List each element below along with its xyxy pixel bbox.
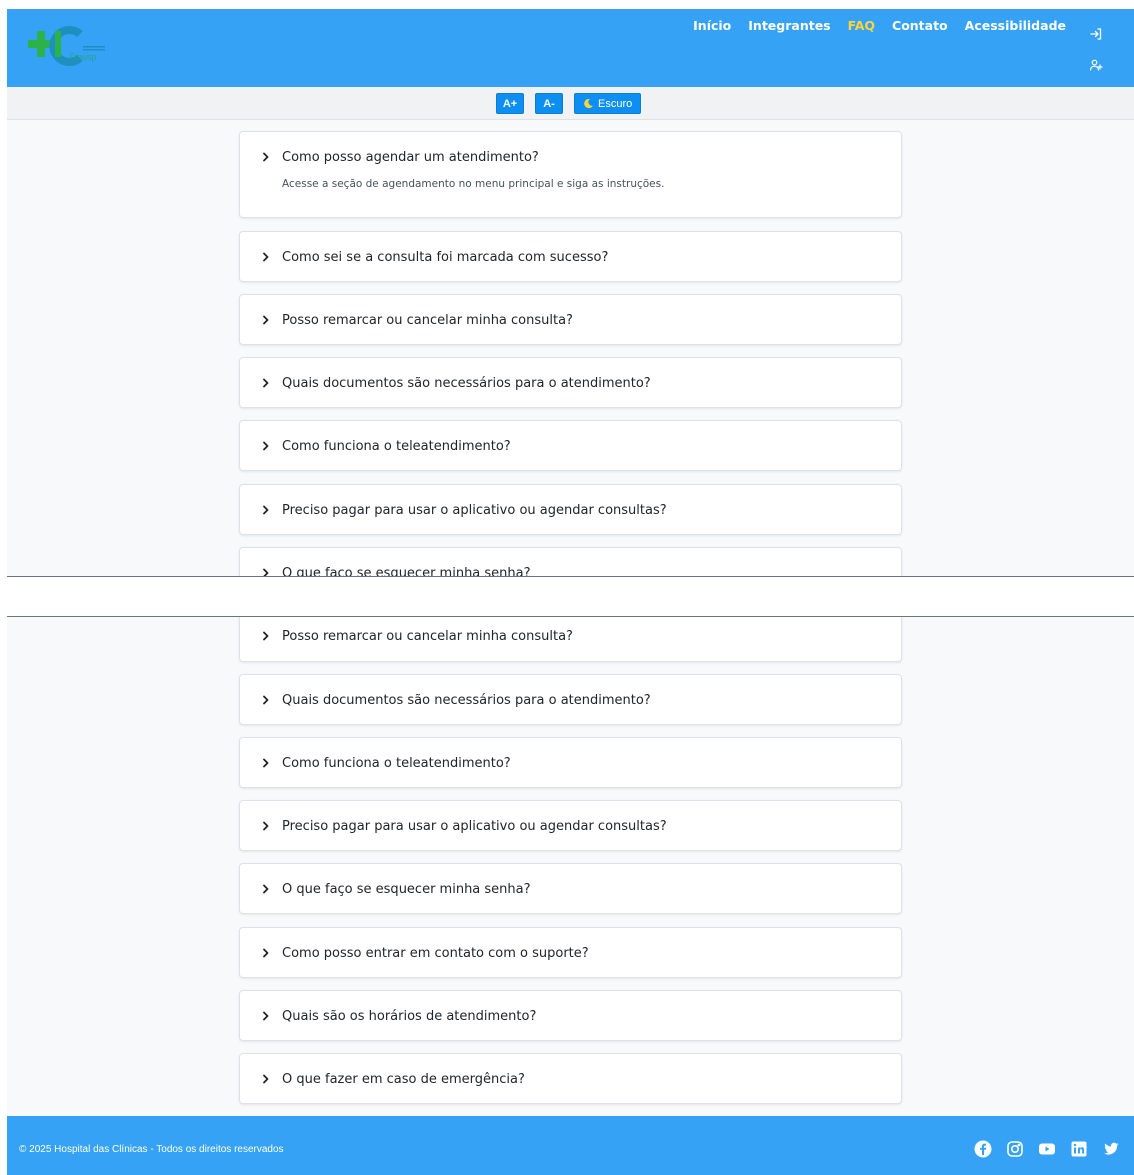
- login-icon[interactable]: [1088, 26, 1104, 42]
- faq-item[interactable]: Como funciona o teleatendimento?: [239, 737, 902, 788]
- faq-question-text: Como posso entrar em contato com o supor…: [282, 945, 589, 961]
- faq-question[interactable]: Preciso pagar para usar o aplicativo ou …: [240, 801, 901, 851]
- faq-item[interactable]: O que fazer em caso de emergência?: [239, 1053, 902, 1104]
- chevron-right-icon: [260, 1010, 272, 1022]
- site-footer: © 2025 Hospital das Clínicas - Todos os …: [7, 1116, 1134, 1175]
- faq-item[interactable]: Posso remarcar ou cancelar minha consult…: [239, 294, 902, 345]
- faq-item[interactable]: O que faço se esquecer minha senha?: [239, 863, 902, 914]
- faq-item[interactable]: Como sei se a consulta foi marcada com s…: [239, 231, 902, 282]
- dark-mode-button[interactable]: Escuro: [574, 93, 641, 114]
- site-header: Fmusp Início Integrantes FAQ Contato Ace…: [7, 9, 1134, 87]
- chevron-right-icon: [260, 440, 272, 452]
- faq-question[interactable]: Como sei se a consulta foi marcada com s…: [240, 232, 901, 282]
- faq-item-partial[interactable]: O que faço se esquecer minha senha?: [239, 547, 902, 577]
- faq-item[interactable]: Como posso entrar em contato com o supor…: [239, 927, 902, 978]
- chevron-right-icon: [260, 947, 272, 959]
- faq-question-text: Quais documentos são necessários para o …: [282, 375, 651, 391]
- chevron-right-icon: [260, 1073, 272, 1085]
- nav-acessibilidade[interactable]: Acessibilidade: [965, 18, 1066, 33]
- faq-question-text: O que faço se esquecer minha senha?: [282, 881, 531, 897]
- faq-item-partial[interactable]: Posso remarcar ou cancelar minha consult…: [239, 617, 902, 662]
- faq-question[interactable]: Como funciona o teleatendimento?: [240, 421, 901, 471]
- faq-question[interactable]: Como funciona o teleatendimento?: [240, 738, 901, 788]
- faq-question-text: Posso remarcar ou cancelar minha consult…: [282, 628, 573, 644]
- logo-text: Fmusp: [69, 52, 97, 62]
- chevron-right-icon: [260, 630, 272, 642]
- decrease-font-button[interactable]: A-: [535, 93, 563, 114]
- faq-question-text: Como posso agendar um atendimento?: [282, 149, 539, 165]
- faq-question[interactable]: Posso remarcar ou cancelar minha consult…: [240, 295, 901, 345]
- faq-question[interactable]: O que faço se esquecer minha senha?: [240, 548, 901, 577]
- faq-item[interactable]: Preciso pagar para usar o aplicativo ou …: [239, 484, 902, 535]
- faq-question[interactable]: Como posso agendar um atendimento?: [240, 132, 901, 182]
- faq-question-text: O que fazer em caso de emergência?: [282, 1071, 525, 1087]
- faq-answer: Acesse a seção de agendamento no menu pr…: [282, 178, 665, 190]
- faq-question[interactable]: O que faço se esquecer minha senha?: [240, 864, 901, 914]
- main-nav: Início Integrantes FAQ Contato Acessibil…: [693, 18, 1066, 33]
- copyright-text: © 2025 Hospital das Clínicas - Todos os …: [19, 1144, 284, 1155]
- accessibility-toolbar: A+ A- Escuro: [7, 87, 1134, 120]
- faq-question-text: Preciso pagar para usar o aplicativo ou …: [282, 502, 667, 518]
- faq-question[interactable]: O que fazer em caso de emergência?: [240, 1054, 901, 1104]
- chevron-right-icon: [260, 251, 272, 263]
- faq-question-text: Posso remarcar ou cancelar minha consult…: [282, 312, 573, 328]
- chevron-right-icon: [260, 151, 272, 163]
- nav-integrantes[interactable]: Integrantes: [748, 18, 830, 33]
- nav-faq[interactable]: FAQ: [848, 18, 875, 33]
- nav-inicio[interactable]: Início: [693, 18, 731, 33]
- faq-question-text: Como funciona o teleatendimento?: [282, 438, 511, 454]
- facebook-icon[interactable]: [974, 1140, 992, 1158]
- youtube-icon[interactable]: [1038, 1140, 1056, 1158]
- faq-question-text: Como sei se a consulta foi marcada com s…: [282, 249, 609, 265]
- hc-fmusp-logo[interactable]: Fmusp: [25, 26, 115, 74]
- instagram-icon[interactable]: [1006, 1140, 1024, 1158]
- faq-item[interactable]: Quais são os horários de atendimento?: [239, 990, 902, 1041]
- screenshot-separator: [0, 578, 1134, 616]
- faq-question-text: Quais documentos são necessários para o …: [282, 692, 651, 708]
- chevron-right-icon: [260, 314, 272, 326]
- dark-mode-label: Escuro: [598, 97, 633, 110]
- user-add-icon[interactable]: [1088, 57, 1104, 73]
- increase-font-button[interactable]: A+: [496, 93, 524, 114]
- faq-question[interactable]: Como posso entrar em contato com o supor…: [240, 928, 901, 978]
- faq-item[interactable]: Quais documentos são necessários para o …: [239, 674, 902, 725]
- chevron-right-icon: [260, 820, 272, 832]
- faq-question[interactable]: Quais documentos são necessários para o …: [240, 358, 901, 408]
- chevron-right-icon: [260, 883, 272, 895]
- chevron-right-icon: [260, 504, 272, 516]
- faq-view-top[interactable]: Como posso agendar um atendimento? Acess…: [7, 120, 1134, 577]
- chevron-right-icon: [260, 377, 272, 389]
- faq-item[interactable]: Como funciona o teleatendimento?: [239, 420, 902, 471]
- faq-question[interactable]: Preciso pagar para usar o aplicativo ou …: [240, 485, 901, 535]
- moon-icon: [583, 98, 594, 109]
- twitter-icon[interactable]: [1102, 1140, 1120, 1158]
- faq-question-text: Preciso pagar para usar o aplicativo ou …: [282, 818, 667, 834]
- faq-question-text: O que faço se esquecer minha senha?: [282, 565, 531, 577]
- faq-question[interactable]: Posso remarcar ou cancelar minha consult…: [240, 617, 901, 661]
- linkedin-icon[interactable]: [1070, 1140, 1088, 1158]
- social-links: [974, 1140, 1120, 1158]
- nav-contato[interactable]: Contato: [892, 18, 948, 33]
- faq-item[interactable]: Quais documentos são necessários para o …: [239, 357, 902, 408]
- faq-question[interactable]: Quais documentos são necessários para o …: [240, 675, 901, 725]
- faq-item[interactable]: Preciso pagar para usar o aplicativo ou …: [239, 800, 902, 851]
- chevron-right-icon: [260, 567, 272, 576]
- faq-question-text: Quais são os horários de atendimento?: [282, 1008, 537, 1024]
- chevron-right-icon: [260, 757, 272, 769]
- faq-question[interactable]: Quais são os horários de atendimento?: [240, 991, 901, 1041]
- chevron-right-icon: [260, 694, 272, 706]
- faq-view-bottom[interactable]: Posso remarcar ou cancelar minha consult…: [7, 616, 1134, 1116]
- faq-item-expanded[interactable]: Como posso agendar um atendimento? Acess…: [239, 131, 902, 218]
- faq-question-text: Como funciona o teleatendimento?: [282, 755, 511, 771]
